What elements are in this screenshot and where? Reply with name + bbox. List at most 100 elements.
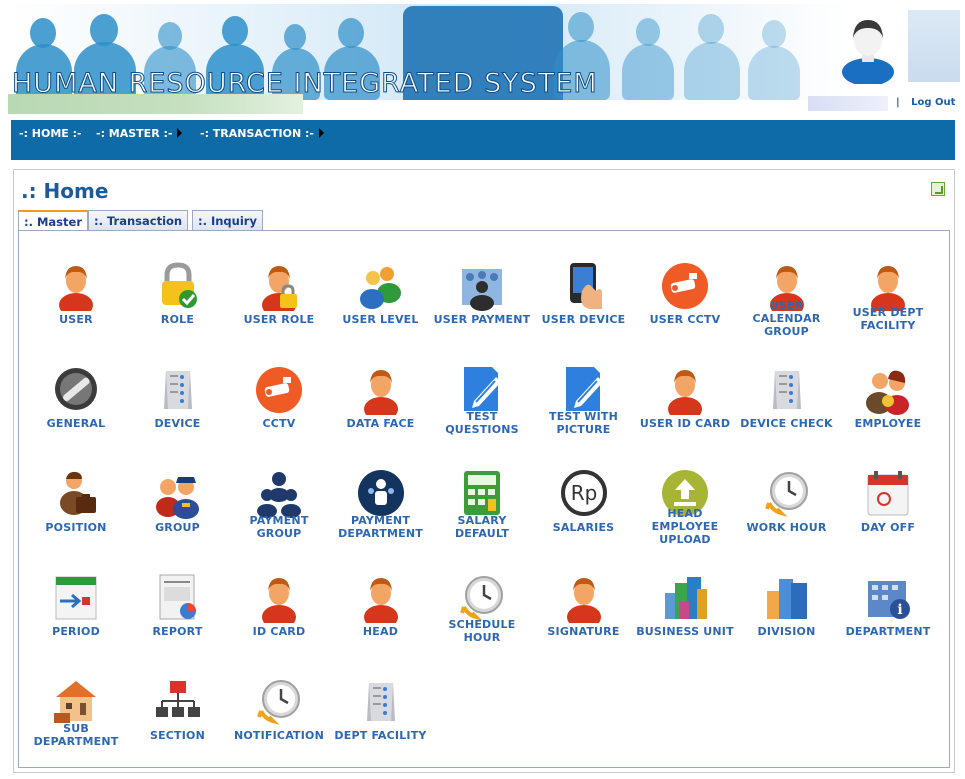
menu-item-salary-default[interactable]: SALARY DEFAULT [432,469,532,564]
menu-item-device[interactable]: DEVICE [128,365,228,460]
menu-item-data-face[interactable]: DATA FACE [331,365,431,460]
menu-item-payment-department[interactable]: PAYMENT DEPARTMENT [331,469,431,564]
menu-item-head-employee-upload[interactable]: HEAD EMPLOYEE UPLOAD [635,469,735,564]
tab-master[interactable]: :. Master [18,210,88,231]
menu-item-payment-group[interactable]: PAYMENT GROUP [229,469,329,564]
menu-item-label: DAY OFF [860,521,916,534]
menu-item-label: ROLE [160,313,195,326]
menu-item-dept-facility[interactable]: DEPT FACILITY [331,677,431,772]
users-group-icon [359,267,401,309]
menu-item-signature[interactable]: SIGNATURE [534,573,634,668]
group-navy-icon [257,472,301,518]
menu-item-device-check[interactable]: DEVICE CHECK [737,365,837,460]
menu-item-label: REPORT [152,625,203,638]
menu-item-group[interactable]: GROUP [128,469,228,564]
briefcase-person-icon [60,471,96,515]
user-icon [566,578,601,623]
department-circle-icon [357,470,404,516]
menu-item-cctv[interactable]: CCTV [229,365,329,460]
server-icon [366,683,395,721]
logout-link[interactable]: Log Out [911,97,955,108]
menu-item-label: USER [59,313,93,326]
police-group-icon [155,477,199,519]
menu-item-label: PAYMENT DEPARTMENT [338,514,423,540]
menu-item-sub-department[interactable]: SUB DEPARTMENT [26,677,126,772]
menu-item-label: SALARY DEFAULT [454,514,510,540]
menu-item-salaries[interactable]: Rp SALARIES [534,469,634,564]
building-info-icon: i [868,581,910,619]
nav-home[interactable]: -: HOME :- [19,127,82,140]
collapse-icon[interactable] [931,182,945,196]
menu-item-day-off[interactable]: DAY OFF [838,469,938,564]
menu-grid: USER ROLE USER ROLE USER LEVEL USER PAYM… [18,230,950,768]
menu-item-role[interactable]: ROLE [128,261,228,356]
menu-item-section[interactable]: SECTION [128,677,228,772]
edit-document-icon [464,367,501,411]
menu-item-test-with-picture[interactable]: TEST WITH PICTURE [534,365,634,460]
menu-item-user-calendar-group[interactable]: USER CALENDAR GROUP [737,261,837,356]
menu-item-business-unit[interactable]: BUSINESS UNIT [635,573,735,668]
menu-item-employee[interactable]: EMPLOYEE [838,365,938,460]
menu-item-id-card[interactable]: ID CARD [229,573,329,668]
menu-item-division[interactable]: DIVISION [737,573,837,668]
buildings-blue-icon [766,579,807,619]
menu-item-user-id-card[interactable]: USER ID CARD [635,365,735,460]
clock-icon [764,472,808,517]
menu-item-label: DEVICE [154,417,201,430]
people-crowd-icon [462,269,502,311]
menu-item-label: USER PAYMENT [433,313,531,326]
decor-box [908,10,960,82]
wrench-icon [55,368,97,410]
menu-item-user-cctv[interactable]: USER CCTV [635,261,735,356]
menu-item-label: EMPLOYEE [854,417,922,430]
calculator-icon [464,471,500,515]
user-icon [363,578,398,623]
menu-item-label: HEAD [362,625,399,638]
report-icon [159,574,196,620]
user-lock-icon [262,266,297,311]
tab-transaction[interactable]: :. Transaction [88,210,189,230]
menu-item-user-dept-facility[interactable]: USER DEPT FACILITY [838,261,938,356]
header-banner: HUMAN RESOURCE INTEGRATED SYSTEM | Log O… [8,4,960,114]
menu-item-user-device[interactable]: USER DEVICE [534,261,634,356]
edit-document-icon [565,367,603,411]
menu-item-department[interactable]: i DEPARTMENT [838,573,938,668]
menu-item-label: SCHEDULE HOUR [448,618,516,644]
menu-item-head[interactable]: HEAD [331,573,431,668]
menu-item-user-role[interactable]: USER ROLE [229,261,329,356]
menu-item-label: USER DEVICE [541,313,626,326]
menu-item-label: CCTV [262,417,296,430]
menu-item-label: DEPARTMENT [845,625,931,638]
server-icon [163,371,192,409]
menu-item-test-questions[interactable]: TEST QUESTIONS [432,365,532,460]
user-icon [871,266,905,311]
menu-item-user-payment[interactable]: USER PAYMENT [432,261,532,356]
caret-right-icon [177,128,183,138]
menu-item-schedule-hour[interactable]: SCHEDULE HOUR [432,573,532,668]
menu-item-position[interactable]: POSITION [26,469,126,564]
svg-text:i: i [897,602,902,618]
menu-item-report[interactable]: REPORT [128,573,228,668]
menu-item-general[interactable]: GENERAL [26,365,126,460]
menu-item-label: USER DEPT FACILITY [852,306,924,332]
nav-transaction[interactable]: -: TRANSACTION :- [200,127,324,140]
org-chart-icon [155,681,200,717]
tab-inquiry[interactable]: :. Inquiry [192,210,263,230]
menu-item-label: GROUP [155,521,200,534]
nav-master[interactable]: -: MASTER :- [96,127,183,140]
menu-item-label: USER LEVEL [342,313,419,326]
user-icon [668,370,702,415]
page-title: .: Home [21,179,109,203]
menu-item-label: TEST QUESTIONS [445,410,519,436]
user-icon [262,578,296,623]
menu-item-period[interactable]: PERIOD [26,573,126,668]
hand-device-icon [569,263,602,309]
menu-item-label: TEST WITH PICTURE [548,410,618,436]
menu-item-label: DATA FACE [346,417,415,430]
main-nav: -: HOME :- -: MASTER :- -: TRANSACTION :… [11,120,955,160]
menu-item-user-level[interactable]: USER LEVEL [331,261,431,356]
menu-item-user[interactable]: USER [26,261,126,356]
user-avatar-icon [842,20,894,84]
menu-item-notification[interactable]: NOTIFICATION [229,677,329,772]
menu-item-work-hour[interactable]: WORK HOUR [737,469,837,564]
